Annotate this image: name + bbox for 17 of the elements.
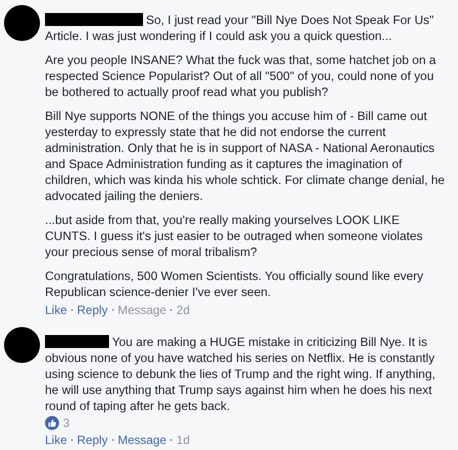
comment-text: Are you people INSANE? What the fuck was that, some hatchet job on a respected Science Popularist? Out of all "500" of you, could none of you be bothered to actually proof read what you publish? <box>45 52 437 100</box>
comment-text: So, I just read your "Bill Nye Does Not Speak For Us" Article. I was just wondering if I could ask you a quick question... <box>45 12 435 44</box>
timestamp: 2d <box>176 302 190 318</box>
avatar[interactable] <box>4 327 40 363</box>
reaction-count: 3 <box>63 416 70 430</box>
comment-text: Congratulations, 500 Women Scientists. You officially sound like every Republican science-denier I've ever seen. <box>45 268 424 300</box>
comment-text: ...but aside from that, you're really making yourselves LOOK LIKE CUNTS. I guess it's just easier to be outraged when someone violates your precious sense of moral tribalism? <box>45 212 424 260</box>
action-link[interactable]: Like <box>45 432 68 448</box>
timestamp: 1d <box>176 432 190 448</box>
comment-text: You are making a HUGE mistake in criticizing Bill Nye. It is obvious none of you have watched his series on Netflix. He is constantly using science to debunk the lies of Trump and the right wing. If anything, he will use anything that Trump says against him when he does his next round of taping after he gets back. <box>45 334 436 414</box>
comment-text: Bill Nye supports NONE of the things you accuse him of - Bill came out yesterday to expressly state that he did not endorse the current administration. Only that he is in support of NASA - National Aeronautics and Space Administration funding as it captures the imagination of children, which was kinda his whole schtick. For climate change denial, he advocated jailing the deniers. <box>45 108 445 204</box>
action-link[interactable]: Reply <box>77 432 108 448</box>
avatar[interactable] <box>4 5 40 41</box>
like-icon[interactable] <box>45 416 59 430</box>
action-link[interactable]: Message <box>118 432 166 448</box>
action-link[interactable]: Reply <box>77 302 108 318</box>
action-link[interactable]: Like <box>45 302 68 318</box>
